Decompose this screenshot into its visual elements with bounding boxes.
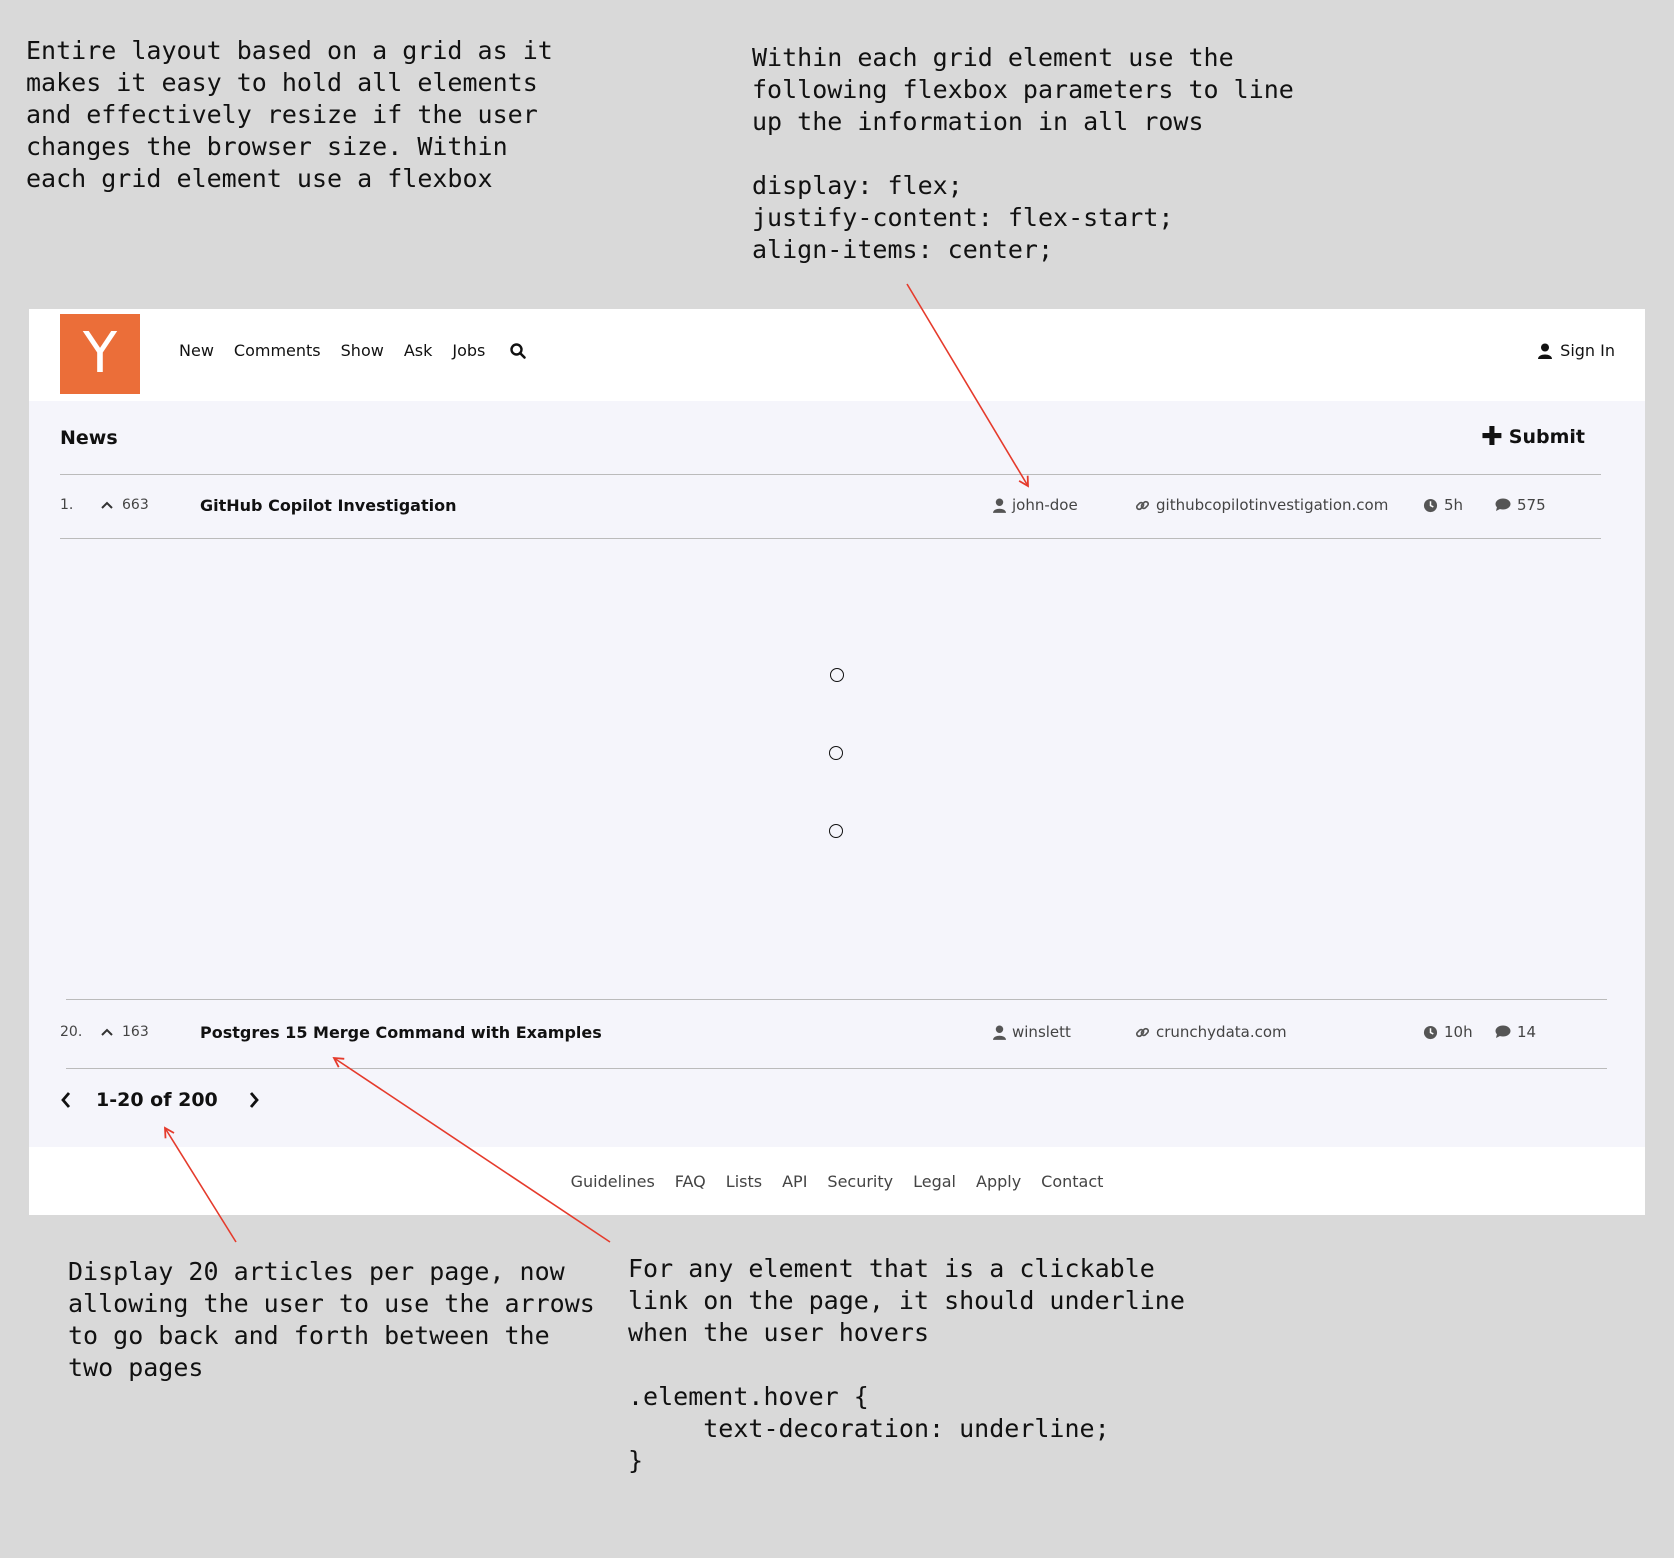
arrow-to-pager (164, 1126, 237, 1243)
arrow-to-title (332, 1056, 611, 1243)
arrow-to-row-meta (906, 283, 1029, 488)
annotation-arrows (164, 283, 1029, 1243)
